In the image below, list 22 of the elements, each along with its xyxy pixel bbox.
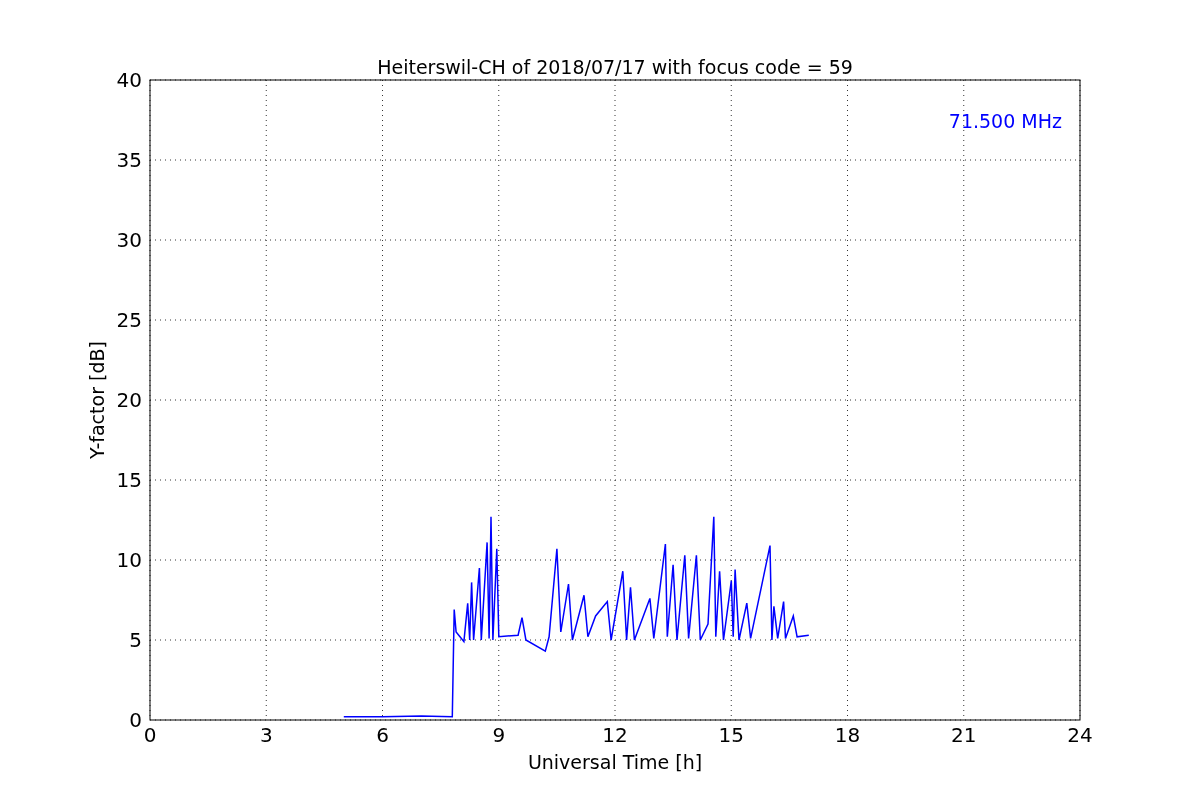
y-tick-label: 0: [129, 708, 142, 732]
y-tick-label: 20: [116, 388, 142, 412]
x-tick-label: 18: [834, 723, 861, 747]
y-tick-label: 35: [116, 148, 142, 172]
x-tick-label: 15: [718, 723, 744, 747]
y-tick-label: 10: [116, 548, 142, 572]
y-tick-label: 15: [116, 468, 142, 492]
y-axis-label: Y-factor [dB]: [86, 341, 108, 459]
x-tick-label: 0: [143, 723, 157, 747]
y-tick-label: 40: [116, 68, 142, 92]
x-tick-label: 12: [602, 723, 628, 747]
y-tick-label: 5: [129, 628, 142, 652]
y-tick-label: 25: [116, 308, 142, 332]
chart-title: Heiterswil-CH of 2018/07/17 with focus code = 59: [377, 56, 853, 78]
x-tick-label: 3: [259, 723, 273, 747]
x-axis-label: Universal Time [h]: [527, 751, 703, 773]
x-tick-label: 21: [951, 723, 977, 747]
series-label: 71.500 MHz: [948, 110, 1062, 132]
x-tick-label: 9: [492, 723, 506, 747]
x-tick-label: 24: [1067, 723, 1093, 747]
y-tick-label: 30: [116, 228, 142, 252]
x-tick-label: 6: [376, 723, 389, 747]
